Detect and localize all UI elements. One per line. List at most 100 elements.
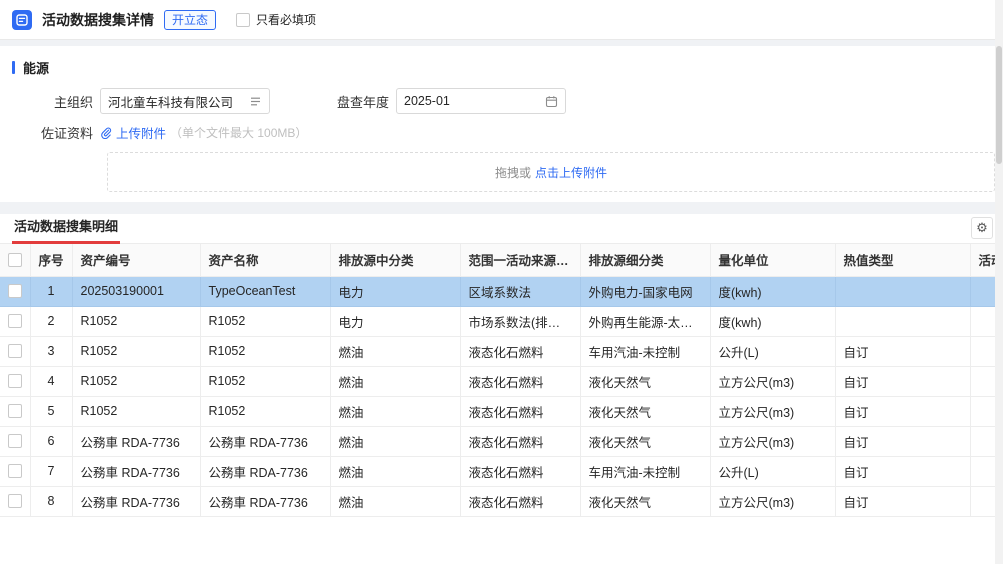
cell-heat_type xyxy=(835,276,970,306)
row-checkbox[interactable] xyxy=(8,494,22,508)
cell-no: 1 xyxy=(30,276,72,306)
cell-scope_source: 液态化石燃料 xyxy=(460,486,580,516)
tab-activity-detail[interactable]: 活动数据搜集明细 xyxy=(12,216,120,243)
table-row[interactable]: 1202503190001TypeOceanTest电力区域系数法外购电力-国家… xyxy=(0,276,1003,306)
cell-no: 5 xyxy=(30,396,72,426)
column-header: 资产编号 xyxy=(72,244,200,276)
row-checkbox[interactable] xyxy=(8,374,22,388)
top-header: 活动数据搜集详情 开立态 只看必填项 xyxy=(0,0,1003,40)
paperclip-icon xyxy=(100,127,112,139)
cell-heat_type: 自订 xyxy=(835,456,970,486)
calendar-icon[interactable] xyxy=(545,95,558,108)
column-header: 量化单位 xyxy=(710,244,835,276)
cell-scope_source: 液态化石燃料 xyxy=(460,366,580,396)
vertical-scrollbar[interactable] xyxy=(995,0,1003,564)
cell-unit: 立方公尺(m3) xyxy=(710,486,835,516)
table-row[interactable]: 6公務車 RDA-7736公務車 RDA-7736燃油液态化石燃料液化天然气立方… xyxy=(0,426,1003,456)
year-input[interactable]: 2025-01 xyxy=(396,88,566,114)
cell-asset_no: 公務車 RDA-7736 xyxy=(72,456,200,486)
scrollbar-thumb[interactable] xyxy=(996,46,1002,164)
cell-mid_category: 电力 xyxy=(330,276,460,306)
cell-mid_category: 燃油 xyxy=(330,456,460,486)
cell-no: 4 xyxy=(30,366,72,396)
upload-hint: （单个文件最大 100MB） xyxy=(170,124,307,141)
year-label: 盘查年度 xyxy=(270,92,396,111)
table-row[interactable]: 4R1052R1052燃油液态化石燃料液化天然气立方公尺(m3)自订 xyxy=(0,366,1003,396)
cell-unit: 度(kwh) xyxy=(710,276,835,306)
cell-asset_name: R1052 xyxy=(200,306,330,336)
cell-heat_type: 自订 xyxy=(835,486,970,516)
cell-mid_category: 燃油 xyxy=(330,486,460,516)
upload-dropzone[interactable]: 拖拽或 点击上传附件 xyxy=(107,152,995,192)
cell-mid_category: 燃油 xyxy=(330,366,460,396)
row-checkbox-cell xyxy=(0,336,30,366)
row-checkbox[interactable] xyxy=(8,464,22,478)
cell-unit: 立方公尺(m3) xyxy=(710,366,835,396)
column-header: 序号 xyxy=(30,244,72,276)
cell-mid_category: 燃油 xyxy=(330,426,460,456)
cell-heat_type: 自订 xyxy=(835,336,970,366)
cell-heat_type: 自订 xyxy=(835,366,970,396)
cell-sub_category: 外购电力-国家电网 xyxy=(580,276,710,306)
cell-sub_category: 车用汽油-未控制 xyxy=(580,456,710,486)
required-only-checkbox[interactable] xyxy=(236,13,250,27)
cell-unit: 公升(L) xyxy=(710,456,835,486)
row-checkbox[interactable] xyxy=(8,314,22,328)
evidence-label: 佐证资料 xyxy=(0,123,100,142)
cell-heat_type: 自订 xyxy=(835,396,970,426)
required-only-filter[interactable]: 只看必填项 xyxy=(236,11,316,28)
table-row[interactable]: 5R1052R1052燃油液态化石燃料液化天然气立方公尺(m3)自订 xyxy=(0,396,1003,426)
cell-unit: 公升(L) xyxy=(710,336,835,366)
row-checkbox-cell xyxy=(0,396,30,426)
cell-sub_category: 车用汽油-未控制 xyxy=(580,336,710,366)
column-settings-button[interactable]: ⚙ xyxy=(971,217,993,239)
page: 活动数据搜集详情 开立态 只看必填项 能源 主组织 河北童车科技有限公司 xyxy=(0,0,1003,564)
org-input[interactable]: 河北童车科技有限公司 xyxy=(100,88,270,114)
cell-sub_category: 外购再生能源-太阳能 xyxy=(580,306,710,336)
column-header: 热值类型 xyxy=(835,244,970,276)
upload-attachment-link[interactable]: 上传附件 xyxy=(100,123,166,142)
cell-asset_no: 公務車 RDA-7736 xyxy=(72,486,200,516)
upload-link-label: 上传附件 xyxy=(116,123,166,142)
cell-scope_source: 液态化石燃料 xyxy=(460,396,580,426)
cell-asset_name: 公務車 RDA-7736 xyxy=(200,426,330,456)
cell-heat_type xyxy=(835,306,970,336)
header-checkbox-cell xyxy=(0,244,30,276)
cell-no: 7 xyxy=(30,456,72,486)
row-checkbox[interactable] xyxy=(8,344,22,358)
row-checkbox[interactable] xyxy=(8,434,22,448)
org-picker-icon[interactable] xyxy=(249,95,262,108)
detail-table: 序号资产编号资产名称排放源中分类范围一活动来源、范...排放源细分类量化单位热值… xyxy=(0,244,1003,517)
cell-sub_category: 液化天然气 xyxy=(580,396,710,426)
cell-mid_category: 燃油 xyxy=(330,336,460,366)
detail-tabs: 活动数据搜集明细 ⚙ xyxy=(0,214,1003,244)
page-title: 活动数据搜集详情 xyxy=(42,10,154,30)
cell-asset_no: R1052 xyxy=(72,306,200,336)
table-row[interactable]: 3R1052R1052燃油液态化石燃料车用汽油-未控制公升(L)自订 xyxy=(0,336,1003,366)
form-row-evidence: 佐证资料 上传附件 （单个文件最大 100MB） xyxy=(0,123,1003,142)
dropzone-text: 拖拽或 xyxy=(495,164,531,181)
table-row[interactable]: 7公務車 RDA-7736公務車 RDA-7736燃油液态化石燃料车用汽油-未控… xyxy=(0,456,1003,486)
table-row[interactable]: 8公務車 RDA-7736公務車 RDA-7736燃油液态化石燃料液化天然气立方… xyxy=(0,486,1003,516)
cell-mid_category: 电力 xyxy=(330,306,460,336)
cell-scope_source: 液态化石燃料 xyxy=(460,456,580,486)
cell-asset_no: R1052 xyxy=(72,336,200,366)
cell-unit: 度(kwh) xyxy=(710,306,835,336)
cell-no: 3 xyxy=(30,336,72,366)
org-value: 河北童车科技有限公司 xyxy=(108,92,233,111)
row-checkbox[interactable] xyxy=(8,404,22,418)
table-row[interactable]: 2R1052R1052电力市场系数法(排放系数...外购再生能源-太阳能度(kw… xyxy=(0,306,1003,336)
table-header-row: 序号资产编号资产名称排放源中分类范围一活动来源、范...排放源细分类量化单位热值… xyxy=(0,244,1003,276)
cell-sub_category: 液化天然气 xyxy=(580,426,710,456)
cell-no: 2 xyxy=(30,306,72,336)
select-all-checkbox[interactable] xyxy=(8,253,22,267)
cell-unit: 立方公尺(m3) xyxy=(710,426,835,456)
column-header: 排放源中分类 xyxy=(330,244,460,276)
status-badge: 开立态 xyxy=(164,10,216,30)
dropzone-upload-link[interactable]: 点击上传附件 xyxy=(535,164,607,181)
row-checkbox[interactable] xyxy=(8,284,22,298)
cell-asset_no: 公務車 RDA-7736 xyxy=(72,426,200,456)
row-checkbox-cell xyxy=(0,306,30,336)
cell-mid_category: 燃油 xyxy=(330,396,460,426)
cell-scope_source: 市场系数法(排放系数... xyxy=(460,306,580,336)
